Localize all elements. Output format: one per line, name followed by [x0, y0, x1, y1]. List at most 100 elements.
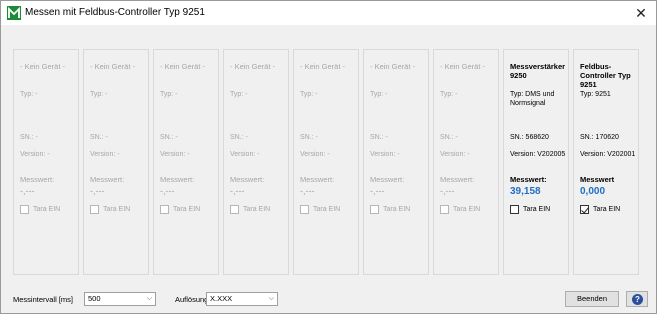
tara-label: Tara EIN	[383, 206, 411, 213]
tara-label: Tara EIN	[523, 206, 551, 213]
device-type: Typ: -	[20, 91, 38, 98]
checkbox-icon	[440, 205, 449, 214]
device-card: Feldbus-Controller Typ 9251 Typ: 9251 SN.:…	[573, 49, 639, 275]
checkbox-icon	[20, 205, 29, 214]
device-version: Version: V202005	[510, 151, 566, 158]
device-serial: SN.: 170620	[580, 134, 619, 141]
measure-value: 39,158	[510, 186, 541, 197]
chevron-down-icon: ⌵	[146, 295, 152, 302]
device-name: - Kein Gerät -	[160, 62, 206, 71]
device-serial: SN.: -	[20, 134, 38, 141]
device-serial: SN.: -	[90, 134, 108, 141]
device-name: - Kein Gerät -	[440, 62, 486, 71]
device-type: Typ: -	[160, 91, 178, 98]
checkbox-icon	[90, 205, 99, 214]
device-type: Typ: 9251	[580, 91, 611, 98]
device-type: Typ: -	[370, 91, 388, 98]
tara-label: Tara EIN	[33, 206, 61, 213]
help-icon: ?	[632, 294, 643, 305]
interval-value: 500	[88, 294, 101, 303]
measure-value: -,---	[160, 186, 175, 196]
device-name: - Kein Gerät -	[300, 62, 346, 71]
close-button[interactable]: Beenden	[565, 291, 619, 307]
measure-value: -,---	[300, 186, 315, 196]
help-button[interactable]: ?	[626, 291, 648, 307]
device-serial: SN.: -	[230, 134, 248, 141]
measure-label: Messwert:	[510, 175, 547, 184]
checkbox-checked-icon[interactable]	[580, 205, 589, 214]
tara-checkbox: Tara EIN	[160, 205, 200, 214]
device-card: - Kein Gerät - Typ: - SN.: - Version: - Mess…	[83, 49, 149, 275]
checkbox-icon	[370, 205, 379, 214]
measure-value: -,---	[230, 186, 245, 196]
device-card: - Kein Gerät - Typ: - SN.: - Version: - Mess…	[13, 49, 79, 275]
device-name: Feldbus-Controller Typ 9251	[580, 62, 631, 89]
close-icon[interactable]: ✕	[626, 1, 656, 25]
interval-select[interactable]: 500 ⌵	[84, 292, 156, 306]
device-type: Typ: -	[230, 91, 248, 98]
device-card: - Kein Gerät - Typ: - SN.: - Version: - Mess…	[153, 49, 219, 275]
title-bar: Messen mit Feldbus-Controller Typ 9251 ✕	[1, 1, 656, 25]
tara-label: Tara EIN	[173, 206, 201, 213]
tara-label: Tara EIN	[313, 206, 341, 213]
measure-value: -,---	[20, 186, 35, 196]
interval-label: Messintervall [ms]	[13, 295, 74, 304]
device-version: Version: V202001	[580, 151, 636, 158]
device-card: - Kein Gerät - Typ: - SN.: - Version: - Mess…	[363, 49, 429, 275]
device-serial: SN.: -	[300, 134, 318, 141]
device-version: Version: -	[20, 151, 50, 158]
device-version: Version: -	[440, 151, 470, 158]
bottom-toolbar: Messintervall [ms] 500 ⌵ Auflösung X.XXX…	[1, 289, 656, 311]
measure-label: Messwert:	[300, 175, 335, 184]
resolution-value: X.XXX	[210, 294, 233, 303]
tara-label: Tara EIN	[243, 206, 271, 213]
device-serial: SN.: 568620	[510, 134, 549, 141]
device-name: - Kein Gerät -	[90, 62, 136, 71]
device-version: Version: -	[90, 151, 120, 158]
tara-checkbox: Tara EIN	[230, 205, 270, 214]
tara-checkbox[interactable]: Tara EIN	[510, 205, 550, 214]
device-card: Messverstärker 9250 Typ: DMS und Normsign…	[503, 49, 569, 275]
main-window: Messen mit Feldbus-Controller Typ 9251 ✕…	[0, 0, 657, 314]
device-card: - Kein Gerät - Typ: - SN.: - Version: - Mess…	[433, 49, 499, 275]
tara-checkbox: Tara EIN	[370, 205, 410, 214]
device-name: - Kein Gerät -	[230, 62, 276, 71]
tara-label: Tara EIN	[453, 206, 481, 213]
measure-label: Messwert:	[20, 175, 55, 184]
measure-label: Messwert:	[370, 175, 405, 184]
resolution-select[interactable]: X.XXX ⌵	[206, 292, 278, 306]
checkbox-icon	[160, 205, 169, 214]
device-panel: - Kein Gerät - Typ: - SN.: - Version: - Mess…	[9, 31, 649, 275]
measure-label: Messwert:	[230, 175, 265, 184]
device-version: Version: -	[300, 151, 330, 158]
measure-label: Messwert:	[90, 175, 125, 184]
device-type: Typ: -	[300, 91, 318, 98]
device-serial: SN.: -	[160, 134, 178, 141]
device-type: Typ: DMS und Normsignal	[510, 91, 555, 107]
checkbox-icon[interactable]	[510, 205, 519, 214]
window-title: Messen mit Feldbus-Controller Typ 9251	[25, 7, 205, 18]
measure-label: Messwert:	[160, 175, 195, 184]
measure-value: -,---	[370, 186, 385, 196]
measure-label: Messwert	[580, 175, 615, 184]
measure-label: Messwert:	[440, 175, 475, 184]
measure-value: 0,000	[580, 186, 606, 197]
tara-checkbox: Tara EIN	[90, 205, 130, 214]
device-version: Version: -	[230, 151, 260, 158]
tara-checkbox: Tara EIN	[440, 205, 480, 214]
tara-checkbox[interactable]: Tara EIN	[580, 205, 620, 214]
tara-label: Tara EIN	[103, 206, 131, 213]
resolution-label: Auflösung	[175, 295, 209, 304]
device-name: Messverstärker 9250	[510, 62, 566, 80]
app-logo-icon	[7, 6, 21, 20]
tara-label: Tara EIN	[593, 206, 621, 213]
device-serial: SN.: -	[440, 134, 458, 141]
device-version: Version: -	[370, 151, 400, 158]
checkbox-icon	[230, 205, 239, 214]
device-name: - Kein Gerät -	[370, 62, 416, 71]
tara-checkbox: Tara EIN	[20, 205, 60, 214]
measure-value: -,---	[90, 186, 105, 196]
device-type: Typ: -	[90, 91, 108, 98]
device-card: - Kein Gerät - Typ: - SN.: - Version: - Mess…	[223, 49, 289, 275]
measure-value: -,---	[440, 186, 455, 196]
